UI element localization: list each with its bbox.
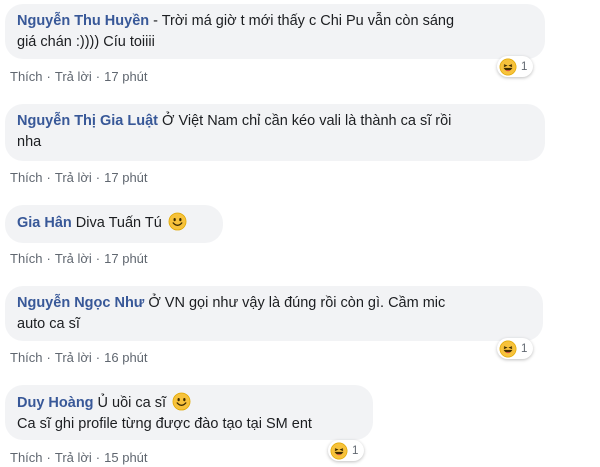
like-link[interactable]: Thích xyxy=(10,69,43,84)
comment-text: giá chán :)))) Cíu toiiii xyxy=(17,34,155,50)
separator: · xyxy=(95,69,101,84)
comment-actions: Thích · Trả lời · 17 phút xyxy=(10,69,148,84)
reaction-count: 1 xyxy=(352,444,359,457)
comment-bubble: Nguyễn Thu Huyền - Trời má giờ t mới thấy… xyxy=(5,4,545,59)
separator: · xyxy=(46,251,51,266)
comment-actions: Thích · Trả lời · 15 phút xyxy=(10,450,148,465)
separator: · xyxy=(46,170,51,185)
comment-5: Duy Hoàng Ủ uồi ca sĩ Ca sĩ ghi profile t… xyxy=(5,385,373,440)
reaction-badge[interactable]: 1 xyxy=(328,440,365,461)
reply-link[interactable]: Trả lời xyxy=(55,170,92,185)
timestamp[interactable]: 17 phút xyxy=(104,170,147,185)
comment-text: - Trời má giờ t mới thấy c Chi Pu vẫn cò… xyxy=(153,13,455,29)
reply-link[interactable]: Trả lời xyxy=(55,251,92,266)
comment-bubble: Nguyễn Ngọc Như Ở VN gọi như vậy là đúng … xyxy=(5,286,543,341)
separator: · xyxy=(95,170,101,185)
reaction-badge[interactable]: 1 xyxy=(497,56,534,77)
comment-author[interactable]: Nguyễn Thu Huyền xyxy=(17,13,149,29)
separator: · xyxy=(95,450,101,465)
smiley-emoji-icon xyxy=(172,392,191,411)
timestamp[interactable]: 15 phút xyxy=(104,450,147,465)
reaction-badge[interactable]: 1 xyxy=(497,338,534,359)
timestamp[interactable]: 16 phút xyxy=(104,350,147,365)
comment-author[interactable]: Gia Hân xyxy=(17,215,72,231)
reply-link[interactable]: Trả lời xyxy=(55,69,92,84)
like-link[interactable]: Thích xyxy=(10,450,43,465)
reply-link[interactable]: Trả lời xyxy=(55,450,92,465)
like-link[interactable]: Thích xyxy=(10,350,43,365)
comment-text: Ủ uồi ca sĩ xyxy=(97,395,167,411)
separator: · xyxy=(46,69,51,84)
reaction-count: 1 xyxy=(521,60,528,73)
comment-bubble: Gia Hân Diva Tuấn Tú xyxy=(5,205,223,243)
comment-bubble: Duy Hoàng Ủ uồi ca sĩ Ca sĩ ghi profile t… xyxy=(5,385,373,440)
comment-text: nha xyxy=(17,134,42,150)
comment-1: Nguyễn Thu Huyền - Trời má giờ t mới thấy… xyxy=(5,4,545,59)
timestamp[interactable]: 17 phút xyxy=(104,69,147,84)
comment-actions: Thích · Trả lời · 17 phút xyxy=(10,251,148,266)
comment-text: Ở Việt Nam chỉ cần kéo vali là thành ca … xyxy=(161,113,452,129)
comment-3: Gia Hân Diva Tuấn Tú xyxy=(5,205,223,243)
reply-link[interactable]: Trả lời xyxy=(55,350,92,365)
comment-actions: Thích · Trả lời · 16 phút xyxy=(10,350,148,365)
timestamp[interactable]: 17 phút xyxy=(104,251,147,266)
comment-text: Ca sĩ ghi profile từng được đào tạo tại … xyxy=(17,416,312,432)
comment-text: auto ca sĩ xyxy=(17,316,80,332)
comment-author[interactable]: Nguyễn Ngọc Như xyxy=(17,295,144,311)
separator: · xyxy=(95,350,101,365)
comment-bubble: Nguyễn Thị Gia Luật Ở Việt Nam chỉ cần ké… xyxy=(5,104,545,161)
comment-author[interactable]: Duy Hoàng xyxy=(17,395,94,411)
comment-text: Ở VN gọi như vậy là đúng rồi còn gì. Cầm… xyxy=(148,295,446,311)
separator: · xyxy=(95,251,101,266)
like-link[interactable]: Thích xyxy=(10,170,43,185)
haha-icon xyxy=(499,340,517,357)
reaction-count: 1 xyxy=(521,342,528,355)
smiley-emoji-icon xyxy=(168,212,187,231)
comment-actions: Thích · Trả lời · 17 phút xyxy=(10,170,148,185)
separator: · xyxy=(46,350,51,365)
like-link[interactable]: Thích xyxy=(10,251,43,266)
comment-text: Diva Tuấn Tú xyxy=(75,215,162,231)
comment-author[interactable]: Nguyễn Thị Gia Luật xyxy=(17,113,158,129)
haha-icon xyxy=(330,442,348,459)
comment-4: Nguyễn Ngọc Như Ở VN gọi như vậy là đúng … xyxy=(5,286,543,341)
comment-2: Nguyễn Thị Gia Luật Ở Việt Nam chỉ cần ké… xyxy=(5,104,545,161)
haha-icon xyxy=(499,58,517,75)
separator: · xyxy=(46,450,51,465)
